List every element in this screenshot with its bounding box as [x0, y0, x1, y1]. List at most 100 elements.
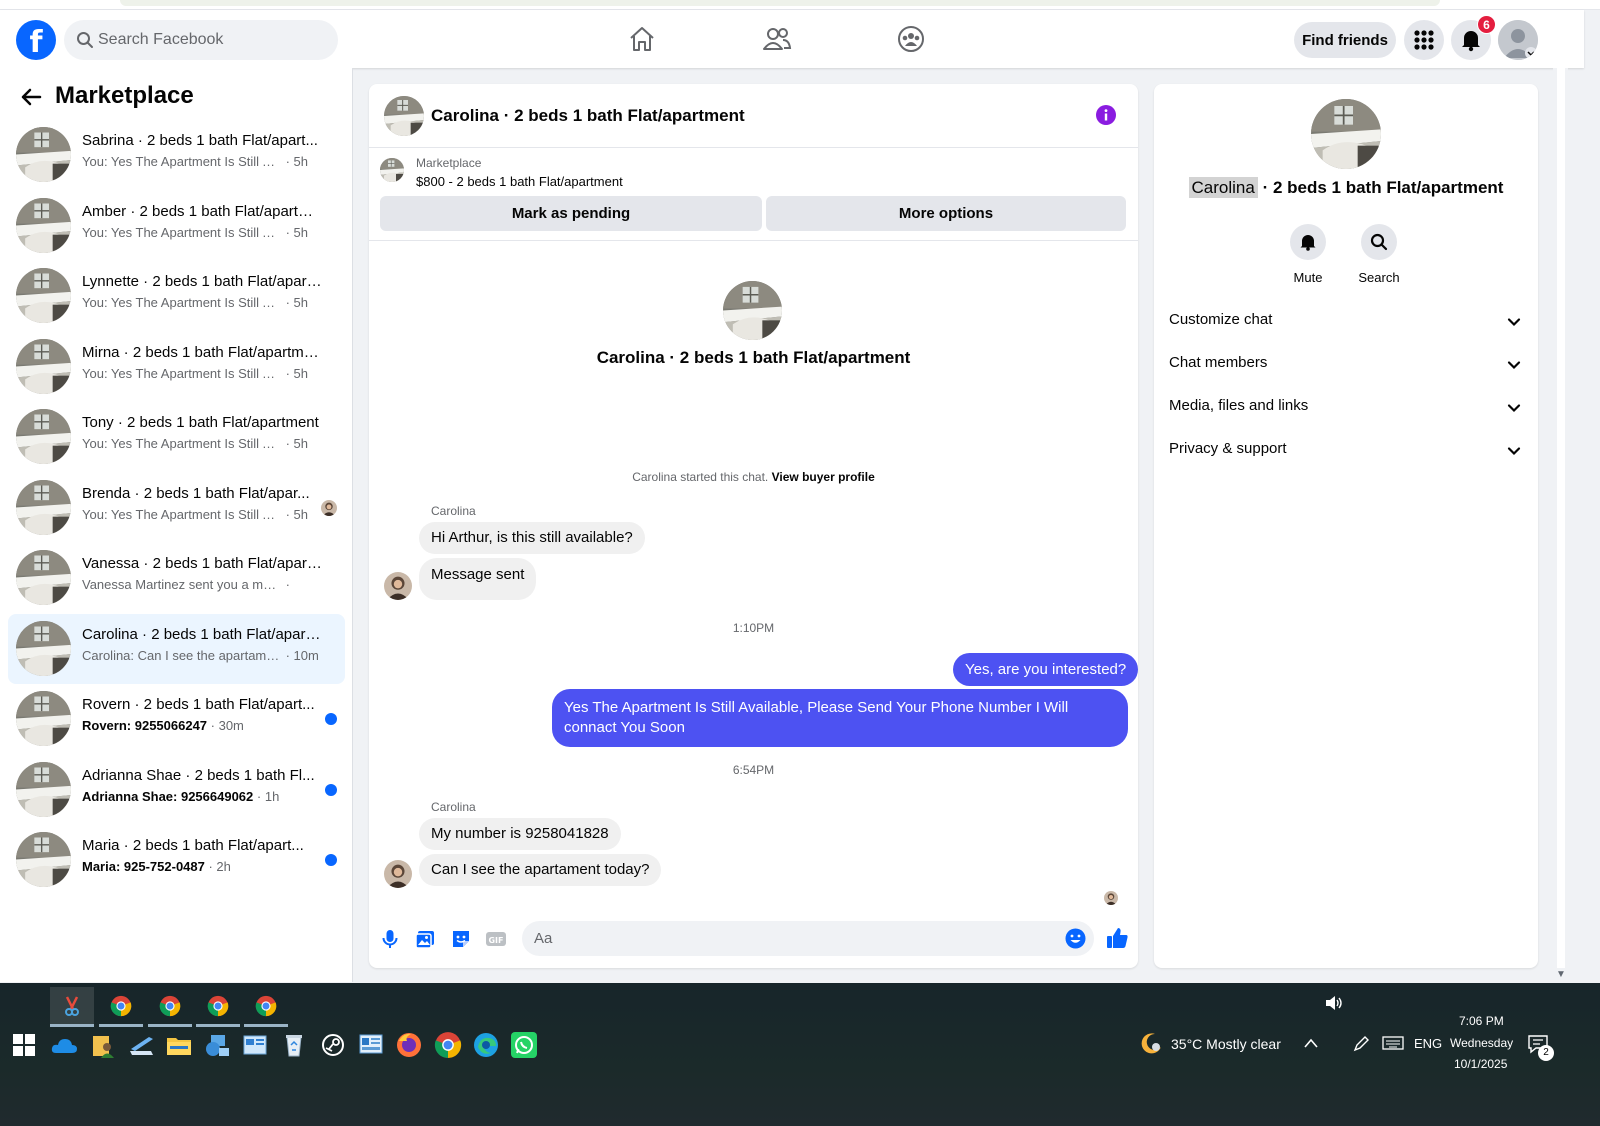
- message-input[interactable]: [534, 921, 1054, 956]
- clock-day[interactable]: Wednesday: [1450, 1036, 1513, 1050]
- network-icon[interactable]: [203, 1031, 231, 1059]
- conversation-item[interactable]: Tony · 2 beds 1 bath Flat/apartment You: …: [8, 402, 345, 472]
- firefox-icon[interactable]: [395, 1031, 423, 1059]
- conversation-thumbnail: [16, 339, 71, 394]
- onedrive-icon[interactable]: [50, 1031, 78, 1059]
- bell-icon: [1300, 235, 1316, 251]
- row-label: Media, files and links: [1169, 397, 1309, 414]
- browser-top-strip: [0, 0, 1600, 10]
- taskbar-chrome-window[interactable]: [148, 987, 192, 1027]
- search-in-chat-button[interactable]: [1361, 224, 1397, 260]
- snippet-text: Adrianna Shae: 9256649062: [82, 788, 254, 804]
- scroll-down-arrow-icon[interactable]: ▼: [1556, 969, 1566, 980]
- timestamp: 1:10PM: [732, 621, 775, 635]
- details-avatar[interactable]: [1311, 99, 1381, 169]
- info-icon[interactable]: [1096, 105, 1116, 125]
- sender-avatar[interactable]: [384, 860, 412, 888]
- speaker-volume-icon[interactable]: [1324, 994, 1344, 1012]
- conversation-item[interactable]: Vanessa · 2 beds 1 bath Flat/apart... Van…: [8, 543, 345, 613]
- control-panel-icon[interactable]: [241, 1031, 269, 1059]
- taskbar-chrome-window[interactable]: [99, 987, 143, 1027]
- language-indicator[interactable]: ENG: [1414, 1036, 1442, 1051]
- account-avatar[interactable]: [1498, 20, 1538, 60]
- mute-action[interactable]: Mute: [1278, 224, 1338, 285]
- conversation-item[interactable]: Rovern · 2 beds 1 bath Flat/apart... Rove…: [8, 684, 345, 754]
- chevron-down-icon: [1507, 404, 1521, 413]
- emoji-icon[interactable]: [1065, 928, 1086, 949]
- back-arrow-icon[interactable]: [20, 86, 42, 108]
- menu-button[interactable]: [1404, 20, 1444, 60]
- conversation-item[interactable]: Brenda · 2 beds 1 bath Flat/apar... You: …: [8, 473, 345, 543]
- conversation-item[interactable]: Adrianna Shae · 2 beds 1 bath Fl... Adria…: [8, 755, 345, 825]
- chat-avatar[interactable]: [384, 96, 424, 136]
- taskbar-chrome-window[interactable]: [196, 987, 240, 1027]
- conversation-item[interactable]: Sabrina · 2 beds 1 bath Flat/apart... You…: [8, 120, 345, 190]
- chrome-icon[interactable]: [434, 1031, 462, 1059]
- find-friends-button[interactable]: Find friends: [1294, 22, 1396, 58]
- conversation-name: Tony · 2 beds 1 bath Flat/apartment: [82, 414, 319, 431]
- weather-moon-icon[interactable]: [1140, 1031, 1164, 1055]
- taskbar-chrome-window[interactable]: [244, 987, 288, 1027]
- photo-icon[interactable]: [414, 928, 436, 950]
- sticker-icon[interactable]: [450, 928, 472, 950]
- clock-time[interactable]: 7:06 PM: [1459, 1014, 1504, 1028]
- friends-icon[interactable]: [762, 24, 792, 54]
- more-options-button[interactable]: More options: [766, 196, 1126, 231]
- unread-dot: [325, 783, 337, 796]
- clock-date[interactable]: 10/1/2025: [1454, 1057, 1507, 1071]
- chat-members-row[interactable]: Chat members: [1154, 342, 1538, 385]
- row-label: Chat members: [1169, 354, 1268, 371]
- search-box[interactable]: [64, 20, 338, 60]
- sender-avatar[interactable]: [384, 572, 412, 600]
- windows-start-icon[interactable]: [12, 1033, 36, 1057]
- weather-text[interactable]: 35°C Mostly clear: [1171, 1036, 1281, 1052]
- conversation-name: Brenda · 2 beds 1 bath Flat/apar...: [82, 484, 310, 502]
- snippet-time: · 10m: [282, 647, 319, 663]
- incoming-message[interactable]: Hi Arthur, is this still available?: [419, 522, 645, 554]
- incoming-message[interactable]: Message sent: [419, 558, 537, 600]
- chevron-down-icon: [1507, 361, 1521, 370]
- page-scrollbar[interactable]: ▼: [1553, 68, 1568, 982]
- snippet-time: · 5h: [282, 295, 309, 310]
- conversation-item[interactable]: Mirna · 2 beds 1 bath Flat/apartme... You…: [8, 332, 345, 402]
- facebook-logo[interactable]: f: [16, 20, 56, 60]
- chat-title[interactable]: Carolina · 2 beds 1 bath Flat/apartment: [431, 106, 745, 126]
- groups-icon[interactable]: [896, 24, 926, 54]
- divider: [369, 240, 1138, 241]
- search-action[interactable]: Search: [1349, 224, 1409, 285]
- edge-icon[interactable]: [472, 1031, 500, 1059]
- customize-chat-row[interactable]: Customize chat: [1154, 299, 1538, 342]
- mute-button[interactable]: [1290, 224, 1326, 260]
- pen-icon[interactable]: [1352, 1035, 1370, 1053]
- taskbar-app-snipping[interactable]: [50, 987, 94, 1027]
- outgoing-message[interactable]: Yes, are you interested?: [953, 653, 1139, 686]
- keyboard-icon[interactable]: [1382, 1036, 1404, 1050]
- search-input[interactable]: [98, 20, 328, 60]
- incoming-message[interactable]: Can I see the apartament today?: [419, 854, 662, 886]
- recycle-bin-icon[interactable]: [280, 1031, 308, 1059]
- steam-icon[interactable]: [319, 1031, 347, 1059]
- conversation-item[interactable]: Amber · 2 beds 1 bath Flat/apartm... You:…: [8, 191, 345, 261]
- conversation-item[interactable]: Carolina · 2 beds 1 bath Flat/apart... Ca…: [8, 613, 345, 684]
- home-icon[interactable]: [627, 24, 657, 54]
- view-buyer-profile-link[interactable]: View buyer profile: [772, 470, 875, 484]
- incoming-message[interactable]: My number is 9258041828: [419, 818, 621, 850]
- gif-icon[interactable]: GIF: [485, 928, 507, 950]
- conversation-item[interactable]: Maria · 2 beds 1 bath Flat/apart... Maria…: [8, 825, 345, 895]
- this-pc-icon[interactable]: [127, 1031, 155, 1059]
- file-explorer-icon[interactable]: [165, 1031, 193, 1059]
- system-info-icon[interactable]: [357, 1031, 385, 1059]
- scrollbar-thumb[interactable]: [1557, 68, 1565, 968]
- mark-as-pending-button[interactable]: Mark as pending: [380, 196, 762, 231]
- chevron-up-icon[interactable]: [1303, 1037, 1319, 1049]
- media-files-links-row[interactable]: Media, files and links: [1154, 385, 1538, 428]
- thumbs-up-icon[interactable]: [1105, 926, 1129, 950]
- user-folder-icon[interactable]: [89, 1031, 117, 1059]
- message-composer[interactable]: [522, 921, 1094, 956]
- conversation-item[interactable]: Lynnette · 2 beds 1 bath Flat/apart... Yo…: [8, 261, 345, 331]
- whatsapp-icon[interactable]: [510, 1031, 538, 1059]
- conversation-thumbnail: [16, 409, 71, 464]
- outgoing-message[interactable]: Yes The Apartment Is Still Available, Pl…: [552, 689, 1128, 747]
- privacy-support-row[interactable]: Privacy & support: [1154, 428, 1538, 471]
- microphone-icon[interactable]: [379, 928, 401, 950]
